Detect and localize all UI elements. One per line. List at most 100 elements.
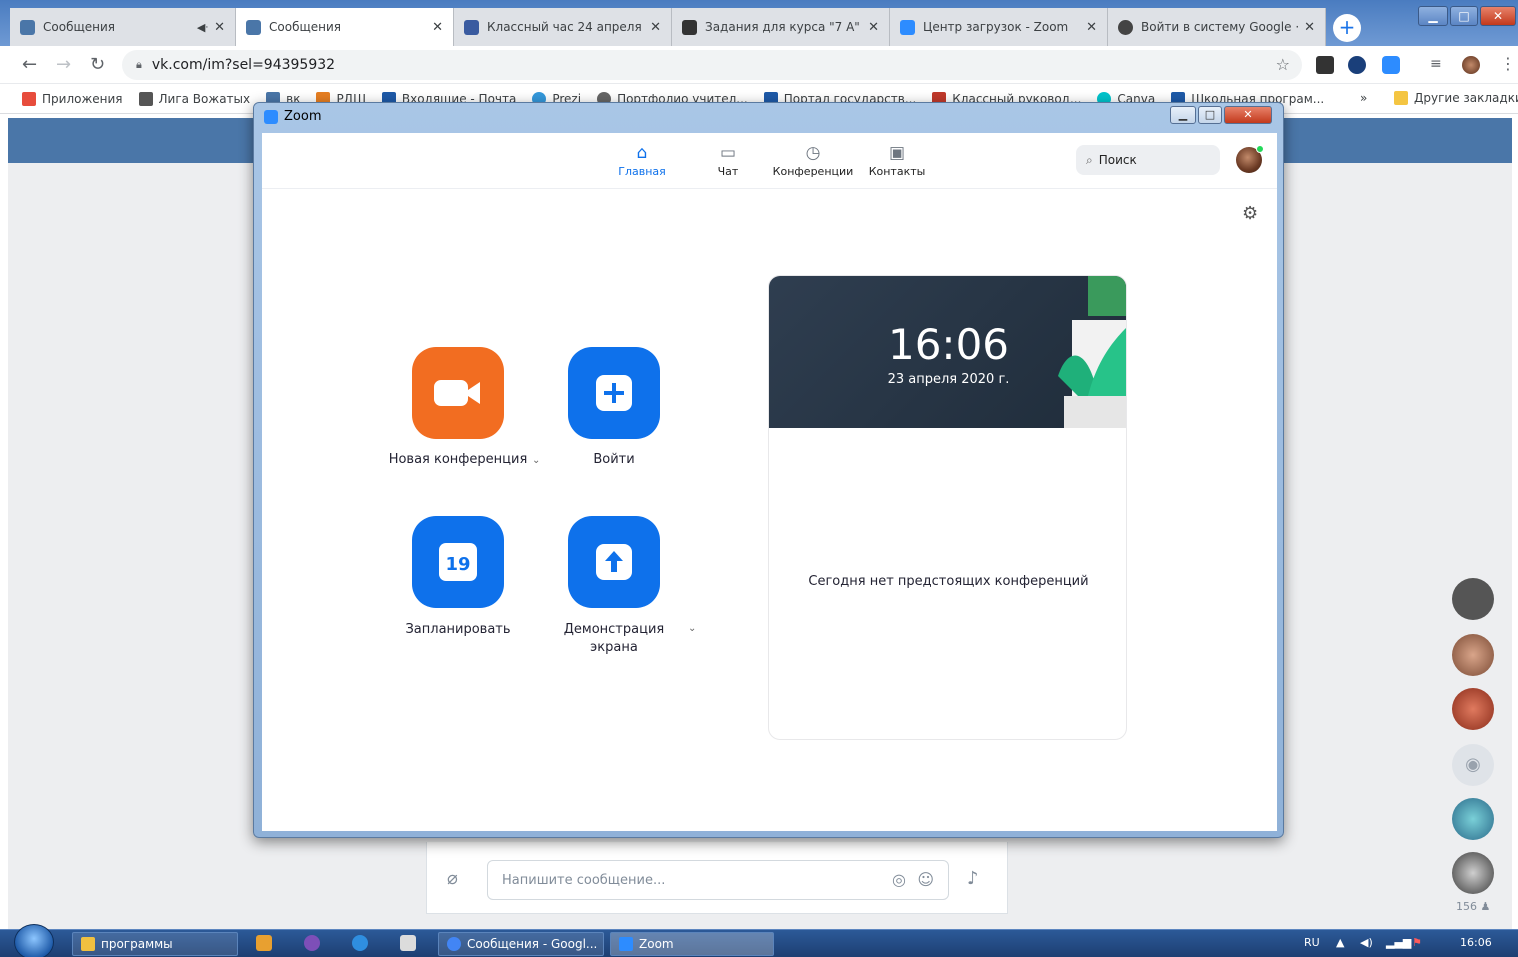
chat-avatar[interactable]	[1452, 852, 1494, 894]
chat-avatar[interactable]	[1452, 634, 1494, 676]
taskbar-item-folder[interactable]: программы	[72, 932, 238, 956]
bookmark-star-icon[interactable]: ☆	[1276, 55, 1290, 74]
tab-label: Чат	[717, 165, 739, 178]
chat-avatar[interactable]	[1452, 578, 1494, 620]
new-meeting-button[interactable]	[412, 347, 504, 439]
close-tab-icon[interactable]: ✕	[868, 20, 879, 35]
chat-avatar[interactable]	[1452, 688, 1494, 730]
join-button[interactable]	[568, 347, 660, 439]
tray-expand-icon[interactable]: ▲	[1336, 936, 1344, 949]
close-tab-icon[interactable]: ✕	[1304, 20, 1315, 35]
message-input[interactable]: Напишите сообщение... ◎ ☺	[487, 860, 949, 900]
online-status-dot	[1256, 145, 1264, 153]
calendar-icon: 19	[439, 543, 477, 581]
system-clock[interactable]: 16:06	[1460, 936, 1492, 949]
tab-contacts[interactable]: ▣ Контакты	[864, 143, 930, 178]
new-meeting-label: Новая конференция	[388, 452, 528, 467]
apps-grid-icon	[22, 91, 36, 106]
browser-tab-active[interactable]: Сообщения ✕	[236, 8, 454, 46]
emoji-icon[interactable]: ☺	[917, 870, 934, 889]
tab-chat[interactable]: ▭ Чат	[708, 143, 748, 178]
maximize-window-button[interactable]: □	[1450, 6, 1478, 26]
zoom-top-nav: ⌂ Главная ▭ Чат ◷ Конференции ▣ Контакты…	[262, 133, 1277, 189]
tab-home[interactable]: ⌂ Главная	[612, 143, 672, 178]
arrow-up-icon	[596, 544, 632, 580]
video-camera-icon	[434, 380, 480, 406]
tab-title: Задания для курса "7 А"	[705, 20, 860, 34]
close-tab-icon[interactable]: ✕	[1086, 20, 1097, 35]
card-header: 16:06 23 апреля 2020 г.	[769, 276, 1126, 428]
account-extension-icon[interactable]	[1348, 56, 1366, 74]
browser-tab[interactable]: Классный час 24 апреля · ✕	[454, 8, 672, 46]
forward-icon[interactable]: →	[56, 54, 71, 75]
chat-icon: ▭	[719, 143, 737, 163]
zoom-maximize-button[interactable]: □	[1198, 106, 1222, 124]
zoom-logo-icon	[264, 109, 278, 124]
other-bookmarks[interactable]: Другие закладки	[1394, 91, 1518, 105]
language-indicator[interactable]: RU	[1304, 936, 1320, 949]
browser-tab[interactable]: Задания для курса "7 А" ✕	[672, 8, 890, 46]
internet-explorer-icon[interactable]	[352, 935, 368, 951]
reading-list-icon[interactable]: ≡	[1430, 56, 1442, 72]
close-tab-icon[interactable]: ✕	[432, 20, 443, 35]
search-icon: ⌕	[1086, 152, 1093, 167]
action-center-flag-icon[interactable]: ⚑	[1412, 936, 1422, 949]
contacts-icon: ▣	[888, 143, 906, 163]
vk-favicon-icon	[246, 19, 261, 35]
settings-gear-icon[interactable]: ⚙	[1242, 203, 1258, 224]
close-tab-icon[interactable]: ✕	[214, 20, 225, 35]
volume-icon[interactable]: ◀)	[1360, 936, 1373, 949]
browser-tab[interactable]: Войти в систему Google · ✕	[1108, 8, 1326, 46]
audio-icon[interactable]: ◀ᐧ	[197, 21, 208, 34]
address-bar[interactable]: 🔒︎ vk.com/im?sel=94395932 ☆	[122, 50, 1302, 80]
join-label: Войти	[593, 452, 635, 467]
bookmark-apps[interactable]: Приложения	[22, 91, 123, 106]
tab-favicon-icon	[464, 19, 479, 35]
tab-meetings[interactable]: ◷ Конференции	[768, 143, 858, 178]
microphone-icon[interactable]: ♪	[967, 868, 979, 889]
media-player-icon[interactable]	[256, 935, 272, 951]
zoom-profile-avatar[interactable]	[1236, 145, 1264, 173]
zoom-minimize-button[interactable]: ▁	[1170, 106, 1196, 124]
taskbar-item-chrome[interactable]: Сообщения - Googl...	[438, 932, 604, 956]
camera-avatar-icon[interactable]: ◉	[1452, 744, 1494, 786]
share-screen-label: Демонстрация экрана	[563, 622, 665, 655]
tab-label: Конференции	[772, 165, 854, 178]
bookmark[interactable]: Лига Вожатых	[138, 91, 250, 106]
tab-title: Войти в систему Google ·	[1141, 20, 1299, 34]
zoom-close-button[interactable]: ✕	[1224, 106, 1272, 124]
calculator-icon[interactable]	[400, 935, 416, 951]
zoom-extension-icon[interactable]	[1382, 56, 1400, 74]
minimize-window-button[interactable]: ▁	[1418, 6, 1448, 26]
menu-icon[interactable]: ⋮	[1500, 54, 1516, 73]
close-window-button[interactable]: ✕	[1480, 6, 1516, 26]
current-date: 23 апреля 2020 г.	[887, 372, 1010, 387]
extension-icon[interactable]	[1316, 56, 1334, 74]
zoom-search-input[interactable]: ⌕ Поиск	[1076, 145, 1220, 175]
taskbar-item-zoom[interactable]: Zoom	[610, 932, 774, 956]
online-count: 156 ♟	[1456, 900, 1490, 913]
browser-tab-strip: Сообщения ◀ᐧ ✕ Сообщения ✕ Классный час …	[0, 0, 1518, 46]
schedule-button[interactable]: 19	[412, 516, 504, 608]
browser-tab[interactable]: Сообщения ◀ᐧ ✕	[10, 8, 236, 46]
zoom-client-area: ⌂ Главная ▭ Чат ◷ Конференции ▣ Контакты…	[262, 133, 1277, 831]
new-tab-button[interactable]: +	[1333, 14, 1361, 42]
more-bookmarks-button[interactable]: »	[1360, 91, 1367, 105]
back-icon[interactable]: ←	[22, 54, 37, 75]
browser-tab[interactable]: Центр загрузок - Zoom ✕	[890, 8, 1108, 46]
share-options-chevron-icon[interactable]: ⌄	[688, 623, 696, 634]
camera-icon[interactable]: ◎	[892, 870, 906, 889]
folder-icon	[81, 937, 95, 951]
reload-icon[interactable]: ↻	[90, 54, 105, 75]
bookmark-label: Другие закладки	[1414, 91, 1518, 105]
plus-icon	[596, 375, 632, 411]
tab-label: Главная	[618, 165, 666, 178]
share-screen-button[interactable]	[568, 516, 660, 608]
network-icon[interactable]: ▂▄▆	[1386, 936, 1411, 949]
start-button[interactable]	[14, 924, 54, 957]
viber-icon[interactable]	[304, 935, 320, 951]
profile-avatar-icon[interactable]	[1462, 56, 1480, 74]
close-tab-icon[interactable]: ✕	[650, 20, 661, 35]
chat-avatar[interactable]	[1452, 798, 1494, 840]
attach-icon[interactable]: ⌀	[447, 868, 458, 889]
